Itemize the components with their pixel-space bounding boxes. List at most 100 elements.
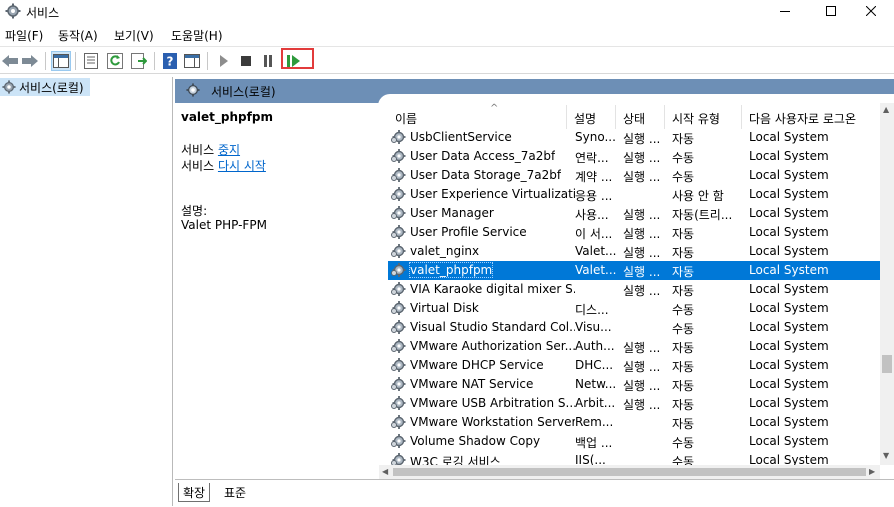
column-header-separator[interactable]: [664, 105, 665, 129]
horizontal-scrollbar[interactable]: ◀ ▶: [379, 465, 880, 479]
gear-icon: [186, 83, 200, 100]
vertical-scroll-thumb[interactable]: [882, 355, 892, 373]
table-row[interactable]: User Data Storage_7a2bf 계약 ... 실행 ... 수동 Loc…: [388, 166, 880, 185]
service-startup-type: 자동: [672, 246, 695, 260]
tab-standard[interactable]: 표준: [220, 483, 250, 501]
maximize-icon: [826, 6, 836, 16]
close-icon: [866, 6, 876, 16]
table-row[interactable]: VMware Workstation Server Rem... 자동 Local S…: [388, 413, 880, 432]
service-description: 디스...: [575, 303, 609, 317]
service-name: UsbClientService: [410, 130, 512, 144]
description-label: 설명:: [181, 204, 208, 218]
restart-service-link[interactable]: 다시 시작: [218, 159, 266, 173]
title-bar: 서비스: [0, 0, 894, 22]
toolbar-separator: [154, 52, 155, 70]
service-name: valet_nginx: [410, 244, 480, 258]
start-icon: [220, 55, 228, 67]
table-row[interactable]: valet_nginx Valet... 실행 ... 자동 Local System: [388, 242, 880, 261]
table-row[interactable]: User Profile Service 이 서... 실행 ... 자동 Local …: [388, 223, 880, 242]
service-logon-as: Local System: [749, 377, 829, 391]
service-status: 실행 ...: [623, 341, 661, 355]
service-startup-type: 자동: [672, 341, 695, 355]
table-row[interactable]: W3C 로깅 서비스 IIS(... 수동 Local System: [388, 451, 880, 465]
show-hide-tree-button[interactable]: [51, 51, 71, 71]
service-name: VMware Workstation Server: [410, 415, 575, 429]
table-row[interactable]: VMware Authorization Ser... Auth... 실행 ...…: [388, 337, 880, 356]
table-row[interactable]: User Manager 사용... 실행 ... 자동(트리... Local Sys…: [388, 204, 880, 223]
column-header-description[interactable]: 설명: [574, 107, 596, 129]
stop-button[interactable]: [236, 51, 256, 71]
help-button[interactable]: ?: [160, 51, 180, 71]
service-name: valet_phpfpm: [408, 262, 494, 278]
column-header-name-label: 이름: [395, 111, 418, 126]
service-logon-as: Local System: [749, 358, 829, 372]
service-gear-icon: [390, 205, 406, 221]
table-row[interactable]: Virtual Disk 디스... 수동 Local System: [388, 299, 880, 318]
sort-ascending-icon: ^: [490, 103, 499, 114]
tree-item-services-local[interactable]: 서비스(로컬): [0, 78, 90, 96]
menu-action[interactable]: 동작(A): [58, 27, 98, 44]
table-row[interactable]: Volume Shadow Copy 백업 ... 수동 Local System: [388, 432, 880, 451]
service-logon-as: Local System: [749, 168, 829, 182]
service-startup-type: 자동(트리...: [672, 208, 733, 222]
table-row[interactable]: VMware USB Arbitration S... Arbit... 실행 ..…: [388, 394, 880, 413]
pause-icon: [264, 55, 272, 67]
service-name: User Data Storage_7a2bf: [410, 168, 562, 182]
service-name: User Experience Virtualizati...: [410, 187, 575, 201]
table-row[interactable]: Visual Studio Standard Col... Visu... 수동 Lo…: [388, 318, 880, 337]
toolbar: ?: [0, 46, 894, 74]
table-row[interactable]: VIA Karaoke digital mixer S... 실행 ... 자동 Lo…: [388, 280, 880, 299]
toolbar-separator: [45, 52, 46, 70]
stop-service-link[interactable]: 중지: [218, 143, 240, 157]
horizontal-scroll-thumb[interactable]: [393, 468, 866, 476]
start-button[interactable]: [214, 51, 234, 71]
table-row[interactable]: User Data Access_7a2bf 연락... 실행 ... 수동 Local…: [388, 147, 880, 166]
table-row[interactable]: VMware NAT Service Netw... 실행 ... 자동 Local S…: [388, 375, 880, 394]
service-logon-as: Local System: [749, 263, 829, 277]
window-title: 서비스: [26, 6, 60, 20]
back-button[interactable]: [0, 51, 20, 71]
column-separator[interactable]: [566, 105, 567, 129]
menu-help[interactable]: 도움말(H): [171, 27, 223, 44]
column-header-status[interactable]: 상태: [623, 107, 645, 129]
scroll-down-icon[interactable]: ▼: [883, 451, 889, 460]
refresh-button[interactable]: [105, 51, 125, 71]
service-startup-type: 자동: [672, 398, 695, 412]
description-text: Valet PHP-FPM: [181, 218, 267, 232]
service-logon-as: Local System: [749, 434, 829, 448]
column-separator[interactable]: [615, 105, 616, 129]
service-name: VMware DHCP Service: [410, 358, 544, 372]
table-row[interactable]: VMware DHCP Service DHC... 실행 ... 자동 Local S…: [388, 356, 880, 375]
export-list-button[interactable]: [129, 51, 149, 71]
show-hide-action-pane-button[interactable]: [182, 51, 202, 71]
scroll-left-icon[interactable]: ◀: [382, 467, 388, 476]
service-description: 백업 ...: [575, 436, 613, 450]
service-gear-icon: [390, 148, 406, 164]
pause-button[interactable]: [258, 51, 278, 71]
service-description: DHC...: [575, 358, 614, 372]
column-header-name[interactable]: 이름 ^: [395, 103, 498, 129]
table-row[interactable]: UsbClientService Syno... 실행 ... 자동 Local Sys…: [388, 128, 880, 147]
column-header-logon-as[interactable]: 다음 사용자로 로그온: [749, 107, 856, 129]
table-row[interactable]: valet_phpfpm Valet... 실행 ... 자동 Local System: [388, 261, 880, 280]
close-button[interactable]: [848, 0, 894, 22]
service-startup-type: 자동: [672, 132, 695, 146]
refresh-icon: [107, 53, 123, 69]
service-description: 이 서...: [575, 227, 613, 241]
scroll-right-icon[interactable]: ▶: [869, 467, 875, 476]
service-status: 실행 ...: [623, 379, 661, 393]
menu-file[interactable]: 파일(F): [5, 27, 43, 44]
tab-extended[interactable]: 확장: [178, 483, 211, 502]
service-gear-icon: [390, 376, 406, 392]
column-separator[interactable]: [741, 105, 742, 129]
service-description: Auth...: [575, 339, 615, 353]
column-header-startup-type[interactable]: 시작 유형: [672, 107, 720, 129]
scroll-up-icon[interactable]: ▲: [883, 105, 889, 114]
forward-button[interactable]: [20, 51, 40, 71]
table-row[interactable]: User Experience Virtualizati... 응용 ... 사용 …: [388, 185, 880, 204]
properties-button[interactable]: [81, 51, 101, 71]
menu-view[interactable]: 보기(V): [114, 27, 154, 44]
vertical-scrollbar[interactable]: ▲ ▼: [880, 103, 894, 465]
minimize-button[interactable]: [762, 0, 808, 22]
service-description: Visu...: [575, 320, 612, 334]
